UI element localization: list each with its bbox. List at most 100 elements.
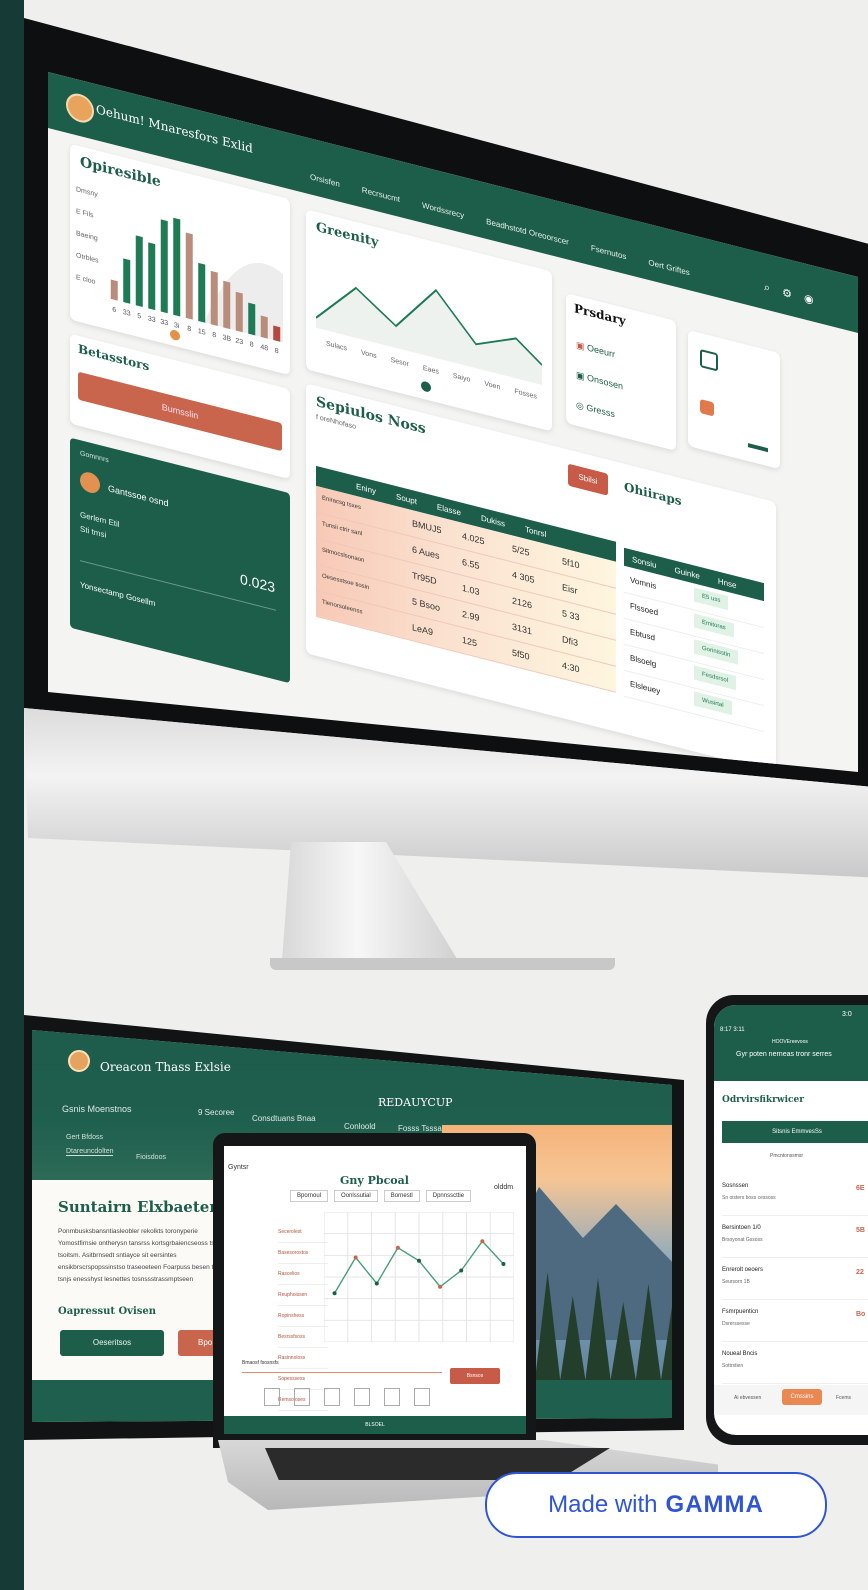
toggle-icon[interactable] xyxy=(421,380,431,393)
table-cell: Eisr xyxy=(562,582,578,596)
table-action-button[interactable]: Sbilsi xyxy=(568,463,608,496)
doc-icon[interactable] xyxy=(294,1388,310,1406)
phone-section-title: Odrvirsfikrwicer xyxy=(722,1095,804,1105)
doc-icon[interactable] xyxy=(384,1388,400,1406)
phone-list-item[interactable]: Fsmrpuenticn Dsrerssesse Bo xyxy=(722,1301,868,1342)
phone-item-title: Fsmrpuenticn xyxy=(722,1309,759,1315)
summary-card: Prsdary ▣ Oeeurr ▣ Onsosen ◎ Gresss xyxy=(566,293,676,451)
phone-footer: Ai ebvessen Cmssins Fcems xyxy=(714,1385,868,1415)
laptop-line-chart xyxy=(324,1212,514,1342)
phone-item-title: Enrerolt oeoers xyxy=(722,1267,764,1273)
bar-x-label: 8 xyxy=(187,324,191,333)
laptop-series-point xyxy=(480,1239,485,1244)
table-cell: 4 305 xyxy=(512,569,535,586)
doc-icon[interactable] xyxy=(354,1388,370,1406)
bar xyxy=(248,302,256,336)
sub-tab-0[interactable]: Gert Bfdoss xyxy=(66,1134,103,1141)
phone-item-sub: Dsrerssesse xyxy=(722,1321,750,1327)
account-sub2: Sti tmsi xyxy=(80,524,107,540)
phone-footer-left[interactable]: Ai ebvessen xyxy=(734,1395,761,1401)
bar-x-label: 3B xyxy=(222,333,231,343)
bar-x-label: 15 xyxy=(198,327,206,337)
bar-x-label: 5 xyxy=(137,312,141,321)
account-avatar xyxy=(80,470,100,496)
table-cell: Tienorsoleenss xyxy=(322,599,363,616)
phone-footer-button[interactable]: Cmssins xyxy=(782,1389,822,1405)
table-cell: 1.03 xyxy=(462,582,480,598)
phone-screen: 8:17 3:11 3:0 HOOVEreevoos Gyr poten ner… xyxy=(714,1005,868,1435)
status-badge: E5 uss xyxy=(694,587,729,611)
laptop-bottom-bar: BLSOEL xyxy=(224,1416,526,1434)
sub-tab-2[interactable]: Fioisdoos xyxy=(136,1154,166,1161)
left-accent-strip xyxy=(0,0,24,1590)
breakdown-title: Betasstors xyxy=(78,341,150,374)
laptop-series-point xyxy=(353,1255,358,1260)
laptop-tab[interactable]: Bornestl xyxy=(383,1190,420,1202)
panel-body: Ponmbusksbansntiasleobler rekolkts toron… xyxy=(58,1228,236,1283)
status-badge: Emitoras xyxy=(694,613,734,638)
back-nav-3[interactable]: Conloold xyxy=(344,1122,376,1131)
made-with-gamma-badge[interactable]: Made with GAMMA xyxy=(485,1472,827,1538)
bar-x-label: 48 xyxy=(260,343,268,353)
bar xyxy=(210,270,218,326)
table-cell: LeA9 xyxy=(412,622,434,638)
laptop-tabs: Bpornoul Oonlssutial Bornestl Dpnnssctti… xyxy=(290,1190,472,1202)
account-name: Gantssoe osnd xyxy=(108,483,169,509)
bar-x-label: 3i xyxy=(174,321,180,330)
phone-footer-right[interactable]: Fcems xyxy=(836,1395,851,1401)
back-nav-1[interactable]: 9 Secoree xyxy=(198,1108,234,1117)
bar xyxy=(173,217,181,317)
laptop-row-label: Besrssfsoss xyxy=(278,1327,328,1348)
phone-list-item[interactable]: Sosnssen Sn oisters boss cessoss 6E xyxy=(722,1175,868,1216)
laptop-row-label: Reuphoissen xyxy=(278,1285,328,1306)
back-nav-0[interactable]: Gsnis Moenstnos xyxy=(62,1104,132,1114)
phone-list-item[interactable]: Bersintoen 1/0 Brsoyonat Gssoss 5B xyxy=(722,1217,868,1258)
bar xyxy=(185,232,193,320)
brand-logo-icon xyxy=(68,1050,90,1072)
laptop-tab[interactable]: Oonlssutial xyxy=(334,1190,378,1202)
bar xyxy=(160,219,168,314)
status-badge: Wusirtal xyxy=(694,691,732,715)
laptop-divider xyxy=(242,1372,442,1373)
monitor-stand-base xyxy=(270,958,615,970)
bar-x-label: 8 xyxy=(275,346,279,355)
phone-list-item[interactable]: Noueal Bncis Sottrstien xyxy=(722,1343,868,1384)
laptop-series-point xyxy=(459,1268,464,1273)
laptop-tab[interactable]: Dpnnsscttie xyxy=(425,1190,472,1202)
back-nav-2[interactable]: Consdtuans Bnaa xyxy=(252,1114,316,1123)
status-card xyxy=(688,329,780,470)
doc-icon[interactable] xyxy=(414,1388,430,1406)
doc-icon[interactable] xyxy=(264,1388,280,1406)
table-cell: BMUJ5 xyxy=(412,518,442,536)
search-icon[interactable]: ⌕ xyxy=(764,281,770,296)
back-nav-4[interactable]: Fosss Tsssa xyxy=(398,1124,442,1133)
badge-made-text: Made with xyxy=(548,1491,658,1518)
right-table-cell: Elsleuey xyxy=(630,679,661,696)
sub-tab-1[interactable]: Dtareuncdolten xyxy=(66,1148,114,1156)
phone-list-item[interactable]: Enrerolt oeoers Seursorn 1B 22 xyxy=(722,1259,868,1300)
phone-item-value: 6E xyxy=(856,1185,865,1192)
brand-name: Oreacon Thass Exlsie xyxy=(100,1060,231,1074)
table-cell: 4.025 xyxy=(462,530,485,547)
phone-primary-button[interactable]: Sitsnis EmmvesSs xyxy=(722,1121,868,1143)
panel-heading: Suntairn Elxbaeteny xyxy=(58,1198,229,1216)
table-cell: Oesesstsoe tiosin xyxy=(322,573,370,592)
settings-icon[interactable]: ⚙ xyxy=(782,286,792,301)
right-table-cell: Ebtusd xyxy=(630,627,655,643)
table-cell: 5 33 xyxy=(562,608,580,623)
bar xyxy=(235,291,243,333)
phone-item-value: Bo xyxy=(856,1311,866,1318)
phone-item-value: 5B xyxy=(856,1227,865,1234)
hero-label: REDAUYCUP xyxy=(378,1096,453,1109)
laptop-footer-button[interactable]: Bsnsos xyxy=(450,1368,500,1384)
laptop-tab[interactable]: Bpornoul xyxy=(290,1190,329,1202)
breakdown-button[interactable]: Bumsslin xyxy=(78,371,282,452)
status-progress xyxy=(748,443,768,453)
user-icon[interactable]: ◉ xyxy=(804,291,814,306)
doc-icon[interactable] xyxy=(324,1388,340,1406)
primary-button[interactable]: Oeseritsos xyxy=(60,1330,164,1356)
laptop-footer-label: Bmaosf fsosnsfs xyxy=(242,1360,279,1366)
cta-label: Oapressut Ovisen xyxy=(58,1306,157,1317)
status-orange-icon xyxy=(700,398,714,417)
phone-item-sub: Brsoyonat Gssoss xyxy=(722,1237,763,1243)
